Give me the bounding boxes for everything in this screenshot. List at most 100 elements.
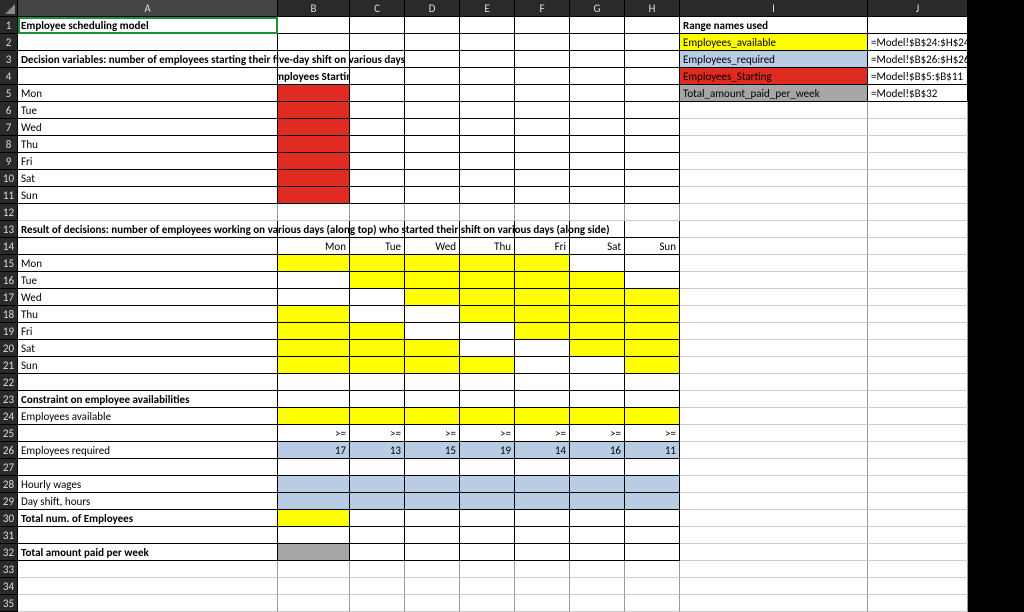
cell-J9[interactable] xyxy=(868,153,968,170)
col-header-F[interactable]: F xyxy=(515,0,570,17)
cell-H30[interactable] xyxy=(625,510,680,527)
cell-G8[interactable] xyxy=(570,136,625,153)
cell-C35[interactable] xyxy=(350,595,405,612)
cell-B33[interactable] xyxy=(278,561,350,578)
cell-G35[interactable] xyxy=(570,595,625,612)
cell-F3[interactable] xyxy=(515,51,570,68)
gte-2[interactable]: >= xyxy=(405,425,460,442)
cell-E8[interactable] xyxy=(460,136,515,153)
cell-J15[interactable] xyxy=(868,255,968,272)
hourly-wages-6[interactable] xyxy=(625,476,680,493)
cell-A2[interactable] xyxy=(18,34,278,51)
cell-H3[interactable] xyxy=(625,51,680,68)
cell-I30[interactable] xyxy=(680,510,868,527)
row-header-23[interactable]: 23 xyxy=(0,391,18,408)
matrix-0-3[interactable] xyxy=(460,255,515,272)
cell-D3[interactable] xyxy=(405,51,460,68)
range-name-2[interactable]: Employees_Starting xyxy=(680,68,868,85)
cell-J27[interactable] xyxy=(868,459,968,476)
matrix-1-5[interactable] xyxy=(570,272,625,289)
row-header-30[interactable]: 30 xyxy=(0,510,18,527)
cell-G4[interactable] xyxy=(570,68,625,85)
cell-J19[interactable] xyxy=(868,323,968,340)
section-result-header[interactable]: Result of decisions: number of employees… xyxy=(18,221,278,238)
matrix-5-4[interactable] xyxy=(515,340,570,357)
cell-C23[interactable] xyxy=(350,391,405,408)
cell-H33[interactable] xyxy=(625,561,680,578)
cell-G23[interactable] xyxy=(570,391,625,408)
employees-available-5[interactable] xyxy=(570,408,625,425)
employees-starting-Sat[interactable] xyxy=(278,170,350,187)
cell-I7[interactable] xyxy=(680,119,868,136)
row-header-8[interactable]: 8 xyxy=(0,136,18,153)
day-shift-0[interactable] xyxy=(278,493,350,510)
matrix-5-2[interactable] xyxy=(405,340,460,357)
cell-E10[interactable] xyxy=(460,170,515,187)
cell-I35[interactable] xyxy=(680,595,868,612)
matrix-row-Tue[interactable]: Tue xyxy=(18,272,278,289)
cell-J6[interactable] xyxy=(868,102,968,119)
cell-E32[interactable] xyxy=(460,544,515,561)
matrix-2-2[interactable] xyxy=(405,289,460,306)
employees-starting-header[interactable]: Employees Starting xyxy=(278,68,350,85)
cell-H4[interactable] xyxy=(625,68,680,85)
cell-G31[interactable] xyxy=(570,527,625,544)
cell-G11[interactable] xyxy=(570,187,625,204)
cell-C4[interactable] xyxy=(350,68,405,85)
matrix-5-6[interactable] xyxy=(625,340,680,357)
employees-starting-Mon[interactable] xyxy=(278,85,350,102)
row-header-4[interactable]: 4 xyxy=(0,68,18,85)
cell-D31[interactable] xyxy=(405,527,460,544)
cell-D22[interactable] xyxy=(405,374,460,391)
cell-C12[interactable] xyxy=(350,204,405,221)
cell-I28[interactable] xyxy=(680,476,868,493)
cell-I9[interactable] xyxy=(680,153,868,170)
row-header-11[interactable]: 11 xyxy=(0,187,18,204)
cell-I19[interactable] xyxy=(680,323,868,340)
spreadsheet-grid[interactable]: ABCDEFGHIJ1Employee scheduling modelRang… xyxy=(0,0,1024,612)
range-name-0[interactable]: Employees_available xyxy=(680,34,868,51)
cell-H5[interactable] xyxy=(625,85,680,102)
row-header-15[interactable]: 15 xyxy=(0,255,18,272)
cell-C27[interactable] xyxy=(350,459,405,476)
cell-C2[interactable] xyxy=(350,34,405,51)
cell-B2[interactable] xyxy=(278,34,350,51)
row-header-31[interactable]: 31 xyxy=(0,527,18,544)
col-header-D[interactable]: D xyxy=(405,0,460,17)
cell-I6[interactable] xyxy=(680,102,868,119)
cell-C31[interactable] xyxy=(350,527,405,544)
cell-E4[interactable] xyxy=(460,68,515,85)
cell-A34[interactable] xyxy=(18,578,278,595)
cell-F31[interactable] xyxy=(515,527,570,544)
total-num-value[interactable] xyxy=(278,510,350,527)
cell-J25[interactable] xyxy=(868,425,968,442)
day-shift-4[interactable] xyxy=(515,493,570,510)
cell-B12[interactable] xyxy=(278,204,350,221)
cell-J21[interactable] xyxy=(868,357,968,374)
cell-J34[interactable] xyxy=(868,578,968,595)
cell-I8[interactable] xyxy=(680,136,868,153)
cell-F32[interactable] xyxy=(515,544,570,561)
row-header-17[interactable]: 17 xyxy=(0,289,18,306)
cell-H12[interactable] xyxy=(625,204,680,221)
matrix-1-3[interactable] xyxy=(460,272,515,289)
cell-H34[interactable] xyxy=(625,578,680,595)
cell-G5[interactable] xyxy=(570,85,625,102)
col-header-I[interactable]: I xyxy=(680,0,868,17)
day-label-Fri[interactable]: Fri xyxy=(18,153,278,170)
cell-H13[interactable] xyxy=(625,221,680,238)
cell-C22[interactable] xyxy=(350,374,405,391)
cell-C11[interactable] xyxy=(350,187,405,204)
cell-D7[interactable] xyxy=(405,119,460,136)
row-header-29[interactable]: 29 xyxy=(0,493,18,510)
cell-G32[interactable] xyxy=(570,544,625,561)
cell-C8[interactable] xyxy=(350,136,405,153)
matrix-3-2[interactable] xyxy=(405,306,460,323)
cell-E5[interactable] xyxy=(460,85,515,102)
matrix-4-5[interactable] xyxy=(570,323,625,340)
employees-required-4[interactable]: 14 xyxy=(515,442,570,459)
cell-H35[interactable] xyxy=(625,595,680,612)
matrix-4-2[interactable] xyxy=(405,323,460,340)
employees-required-1[interactable]: 13 xyxy=(350,442,405,459)
day-label-Sun[interactable]: Sun xyxy=(18,187,278,204)
